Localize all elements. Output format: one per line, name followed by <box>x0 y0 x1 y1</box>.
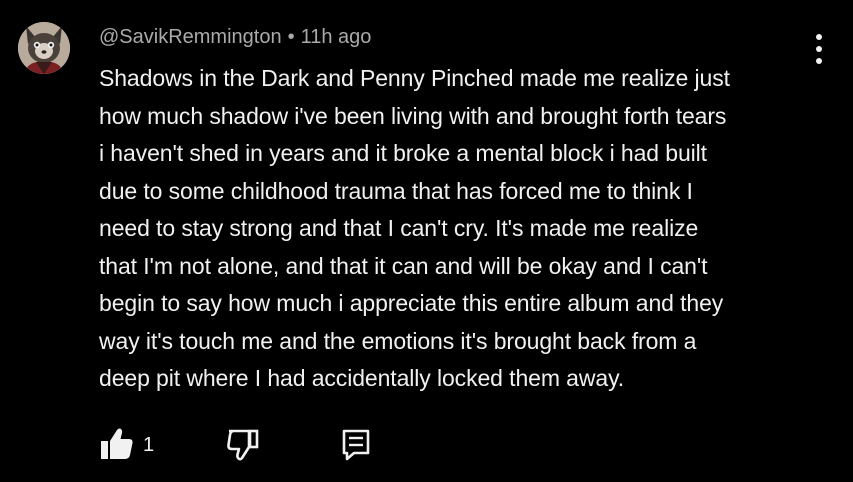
comment-line: Shadows in the Dark and Penny Pinched ma… <box>99 65 730 91</box>
comment-item: @SavikRemmington • 11h ago Shadows in the … <box>0 0 853 482</box>
comment-actions: 1 <box>0 420 853 468</box>
comment-meta: @SavikRemmington • 11h ago <box>99 24 371 50</box>
comment-line: deep pit where I had accidentally locked… <box>99 365 625 391</box>
comment-line: need to stay strong and that I can't cry… <box>99 215 699 241</box>
comment-timestamp[interactable]: 11h ago <box>301 26 372 48</box>
like-button[interactable] <box>98 426 136 462</box>
comment-line: due to some childhood trauma that has fo… <box>99 177 693 204</box>
dislike-button[interactable] <box>223 426 261 462</box>
author-handle[interactable]: @SavikRemmington <box>99 26 282 48</box>
comment-line: i haven't shed in years and it broke a m… <box>99 140 707 166</box>
meta-separator: • <box>287 26 295 48</box>
avatar-image <box>18 22 70 74</box>
reply-comment-icon <box>342 429 370 461</box>
avatar[interactable] <box>18 22 70 74</box>
comment-line: how much shadow i've been living with an… <box>99 102 727 129</box>
reply-button[interactable] <box>339 426 373 462</box>
thumbs-down-icon <box>227 429 259 461</box>
like-count: 1 <box>143 434 155 456</box>
comment-line: that I'm not alone, and that it can and … <box>99 252 708 279</box>
comment-body: Shadows in the Dark and Penny Pinched ma… <box>99 60 819 398</box>
comment-line: way it's touch me and the emotions it's … <box>99 327 697 354</box>
comment-line: begin to say how much i appreciate this … <box>99 290 724 316</box>
thumbs-up-icon <box>101 428 133 459</box>
